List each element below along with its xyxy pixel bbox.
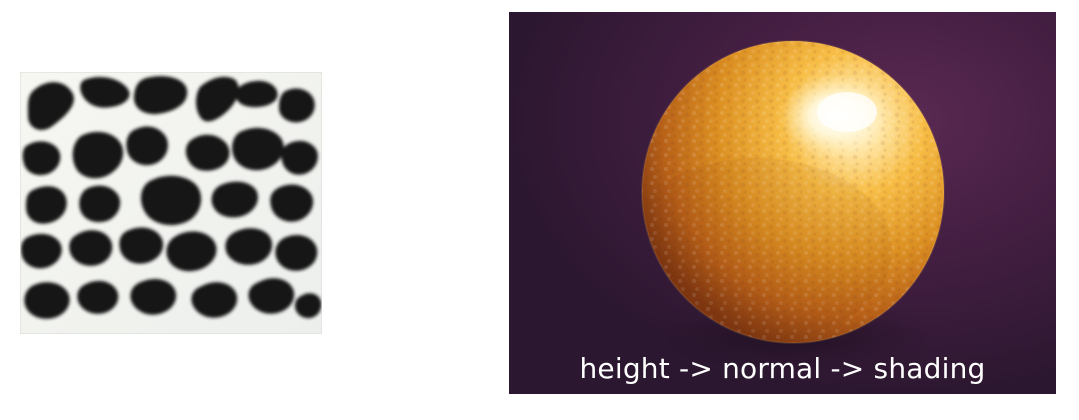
bump-texture-image [20, 72, 322, 334]
bump-height-texture-icon [20, 72, 322, 334]
shaded-orange-image: height -> normal -> shading [509, 12, 1056, 394]
bump-mapped-orange-icon [509, 12, 1056, 394]
render-caption: height -> normal -> shading [579, 352, 986, 385]
